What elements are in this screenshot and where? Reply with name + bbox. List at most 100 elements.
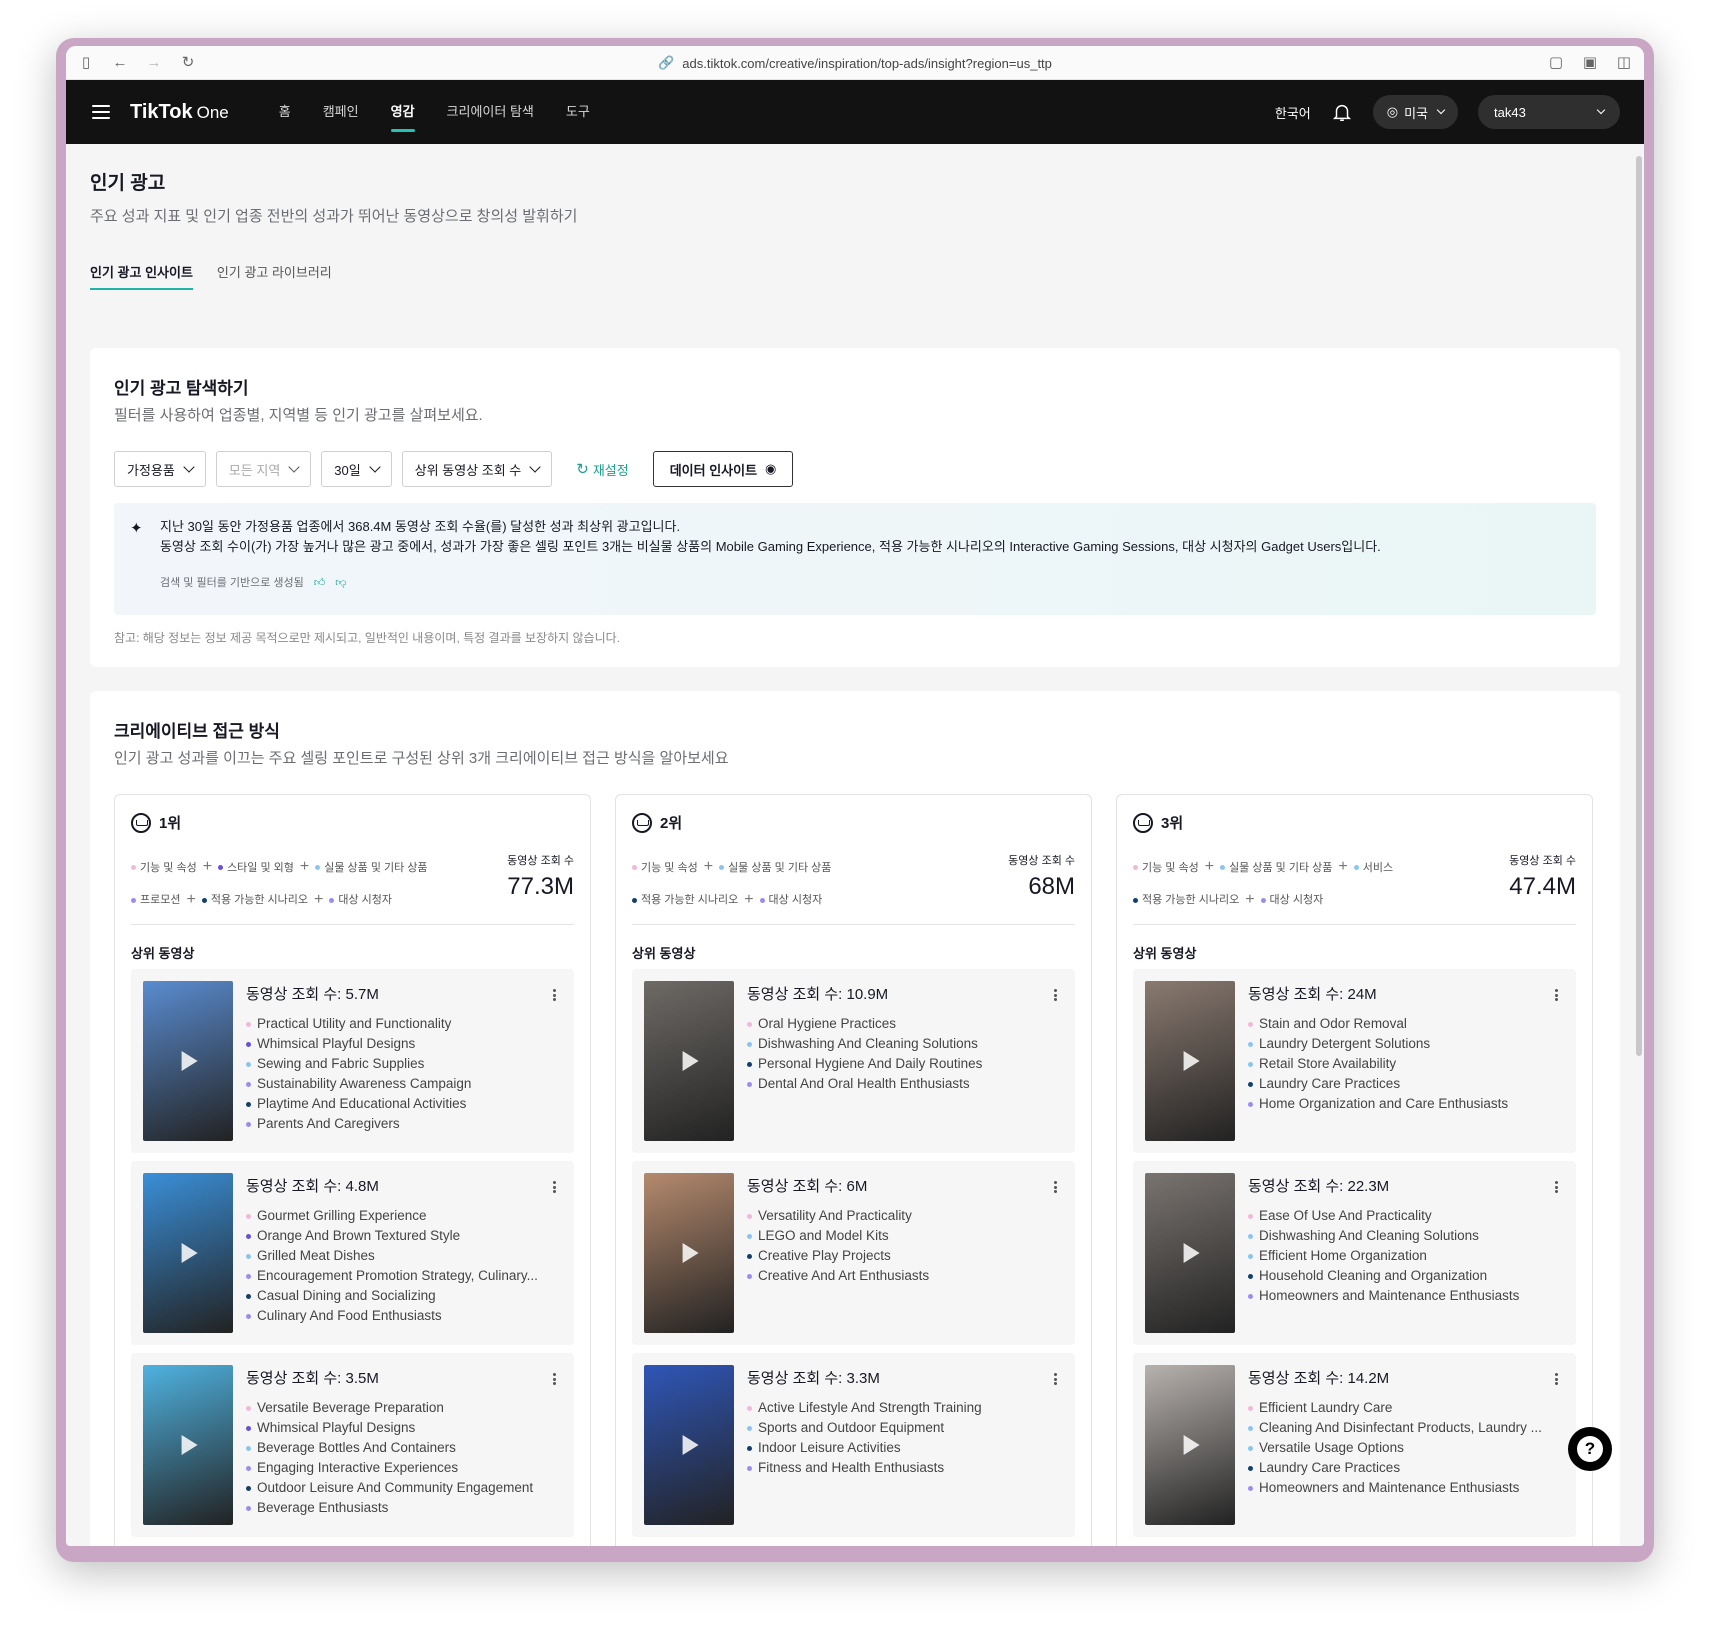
video-card[interactable]: 동영상 조회 수: 4.8M Gourmet Grilling Experien… xyxy=(131,1161,574,1345)
nav-item-4[interactable]: 도구 xyxy=(550,80,606,144)
split-view-icon[interactable]: ◫ xyxy=(1614,53,1634,73)
video-thumbnail[interactable] xyxy=(143,1365,233,1525)
video-thumbnail[interactable] xyxy=(644,981,734,1141)
video-card[interactable]: 동영상 조회 수: 3.3M Active Lifestyle And Stre… xyxy=(632,1353,1075,1537)
selling-point-tag[interactable]: 적용 가능한 시나리오 xyxy=(632,884,738,916)
views-label: 동영상 조회 수 xyxy=(1008,855,1075,867)
more-options-icon[interactable] xyxy=(1555,1373,1558,1385)
tag-dot xyxy=(315,865,321,870)
video-card[interactable]: 동영상 조회 수: 24M Stain and Odor Removal Laun… xyxy=(1133,969,1576,1153)
play-icon xyxy=(181,1243,198,1263)
more-options-icon[interactable] xyxy=(553,1181,556,1193)
nav-item-1[interactable]: 캠페인 xyxy=(307,80,375,144)
period-filter[interactable]: 30일 xyxy=(321,451,392,487)
video-selling-point: Grilled Meat Dishes xyxy=(246,1246,554,1266)
video-selling-point: Active Lifestyle And Strength Training xyxy=(747,1398,1055,1418)
tab-top-ads-insight[interactable]: 인기 광고 인사이트 xyxy=(90,262,193,290)
thumbs-down-icon[interactable]: 👎︎ xyxy=(335,573,346,593)
hamburger-menu-icon[interactable] xyxy=(92,105,110,119)
data-insight-button[interactable]: 데이터 인사이트 ◉ xyxy=(652,451,794,487)
more-options-icon[interactable] xyxy=(1555,989,1558,1001)
tab-top-ads-library[interactable]: 인기 광고 라이브러리 xyxy=(217,262,332,290)
selling-point-tag[interactable]: 적용 가능한 시나리오 xyxy=(201,884,308,916)
video-selling-point: Oral Hygiene Practices xyxy=(747,1014,1055,1034)
tag-dot xyxy=(246,1273,251,1279)
tiktok-one-logo[interactable]: ♪ TikTok One xyxy=(90,101,229,387)
nav-item-0[interactable]: 홈 xyxy=(263,80,307,144)
video-selling-point: Gourmet Grilling Experience xyxy=(246,1206,554,1226)
video-card[interactable]: 동영상 조회 수: 3.5M Versatile Beverage Prepar… xyxy=(131,1353,574,1537)
tag-dot xyxy=(1248,1041,1253,1047)
video-thumbnail[interactable] xyxy=(143,1173,233,1333)
explore-subtitle: 필터를 사용하여 업종별, 지역별 등 인기 광고를 살펴보세요. xyxy=(114,407,483,424)
divider xyxy=(131,924,574,925)
more-options-icon[interactable] xyxy=(553,989,556,1001)
video-thumbnail[interactable] xyxy=(143,981,233,1141)
video-thumbnail[interactable] xyxy=(1145,1365,1235,1525)
region-filter[interactable]: 모든 지역 xyxy=(215,451,312,487)
video-thumbnail[interactable] xyxy=(644,1365,734,1525)
tag-dot xyxy=(1248,1425,1253,1431)
video-selling-point: LEGO and Model Kits xyxy=(747,1226,1055,1246)
selling-point-tag[interactable]: 대상 시청자 xyxy=(759,884,822,916)
nav-item-3[interactable]: 크리에이터 탐색 xyxy=(431,80,550,144)
more-options-icon[interactable] xyxy=(553,1373,556,1385)
rank-column: 1위 기능 및 속성 + 스타일 및 외형 + 실물 상품 및 기타 상품 프로모션 + 적… xyxy=(114,794,591,1546)
nav-item-2[interactable]: 영감 xyxy=(375,80,431,144)
metric-filter[interactable]: 상위 동영상 조회 수 xyxy=(401,451,553,487)
video-selling-point: Efficient Laundry Care xyxy=(1248,1398,1556,1418)
tag-dot xyxy=(747,1273,752,1279)
selling-point-tag[interactable]: 실물 상품 및 기타 상품 xyxy=(1220,852,1332,884)
selling-point-tag[interactable]: 대상 시청자 xyxy=(329,884,392,916)
account-selector[interactable]: tak43 xyxy=(1478,95,1620,129)
help-button[interactable]: ? xyxy=(1568,1427,1612,1471)
video-views: 동영상 조회 수: 6M xyxy=(747,1178,868,1195)
tag-dot xyxy=(131,865,136,870)
chat-icon[interactable]: ▢ xyxy=(1546,53,1566,73)
extension-icon[interactable]: ▣ xyxy=(1580,53,1600,73)
more-options-icon[interactable] xyxy=(1555,1181,1558,1193)
more-options-icon[interactable] xyxy=(1054,1373,1057,1385)
thumbs-up-icon[interactable]: 👍︎ xyxy=(314,573,326,593)
scrollbar[interactable] xyxy=(1636,156,1642,1056)
bell-icon[interactable] xyxy=(1331,101,1353,123)
video-card[interactable]: 동영상 조회 수: 22.3M Ease Of Use And Practica… xyxy=(1133,1161,1576,1345)
selling-point-tag[interactable]: 적용 가능한 시나리오 xyxy=(1133,884,1239,916)
chevron-down-icon xyxy=(183,461,195,473)
rank-column: 2위 기능 및 속성 + 실물 상품 및 기타 상품 적용 가능한 시나리오 + 대상 … xyxy=(615,794,1092,1546)
video-card[interactable]: 동영상 조회 수: 5.7M Practical Utility and Fun… xyxy=(131,969,574,1153)
play-icon xyxy=(181,1435,198,1455)
tag-dot xyxy=(246,1425,251,1431)
video-thumbnail[interactable] xyxy=(1145,1173,1235,1333)
video-thumbnail[interactable] xyxy=(644,1173,734,1333)
selling-point-tag[interactable]: 서비스 xyxy=(1353,852,1393,884)
selling-point-tag[interactable]: 기능 및 속성 xyxy=(1133,852,1199,884)
tag-dot xyxy=(747,1061,752,1067)
video-card[interactable]: 동영상 조회 수: 6M Versatility And Practicalit… xyxy=(632,1161,1075,1345)
tag-dot xyxy=(246,1485,251,1491)
selling-point-tag[interactable]: 스타일 및 외형 xyxy=(218,852,294,884)
language-selector[interactable]: 한국어 xyxy=(1275,103,1311,122)
region-selector[interactable]: ◎ 미국 xyxy=(1372,95,1458,129)
tag-dot xyxy=(246,1213,251,1219)
divider xyxy=(632,924,1075,925)
more-options-icon[interactable] xyxy=(1054,989,1057,1001)
selling-point-tag[interactable]: 실물 상품 및 기타 상품 xyxy=(315,852,428,884)
video-thumbnail[interactable] xyxy=(1145,981,1235,1141)
video-selling-point: Versatile Beverage Preparation xyxy=(246,1398,554,1418)
more-options-icon[interactable] xyxy=(1054,1181,1057,1193)
selling-point-tag[interactable]: 기능 및 속성 xyxy=(632,852,698,884)
top-nav: ♪ TikTok One 홈캠페인영감크리에이터 탐색도구 한국어 ◎ 미국 t… xyxy=(66,80,1644,387)
page-content: 인기 광고 주요 성과 지표 및 인기 업종 전반의 성과가 뛰어난 동영상으로… xyxy=(66,144,1644,1546)
selling-point-tag[interactable]: 프로모션 xyxy=(131,884,180,916)
selling-point-tag[interactable]: 대상 시청자 xyxy=(1260,884,1323,916)
tag-dot xyxy=(632,897,637,903)
reset-button[interactable]: ↻ 재설정 xyxy=(576,460,628,479)
industry-filter[interactable]: 가정용품 xyxy=(114,451,206,487)
address-bar[interactable]: 🔗 ads.tiktok.com/creative/inspiration/to… xyxy=(66,46,1644,80)
video-card[interactable]: 동영상 조회 수: 14.2M Efficient Laundry Care Cl… xyxy=(1133,1353,1576,1537)
video-card[interactable]: 동영상 조회 수: 10.9M Oral Hygiene Practices Di… xyxy=(632,969,1075,1153)
selling-point-tag[interactable]: 기능 및 속성 xyxy=(131,852,197,884)
selling-point-tag[interactable]: 실물 상품 및 기타 상품 xyxy=(719,852,831,884)
video-selling-point: Creative Play Projects xyxy=(747,1246,1055,1266)
